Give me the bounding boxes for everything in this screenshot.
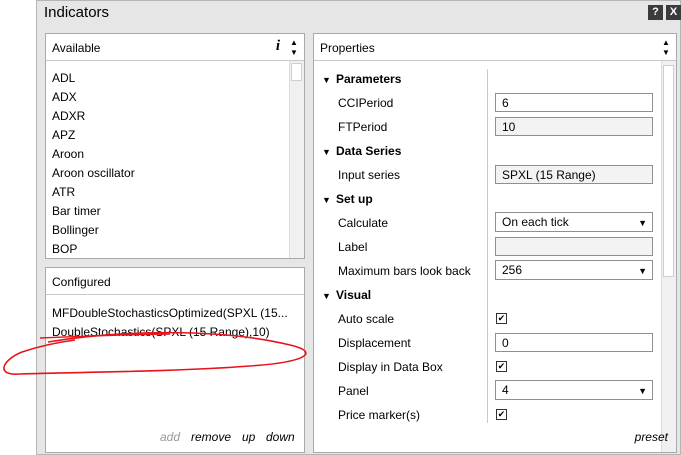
- red-annotation-scribble: [3, 331, 307, 375]
